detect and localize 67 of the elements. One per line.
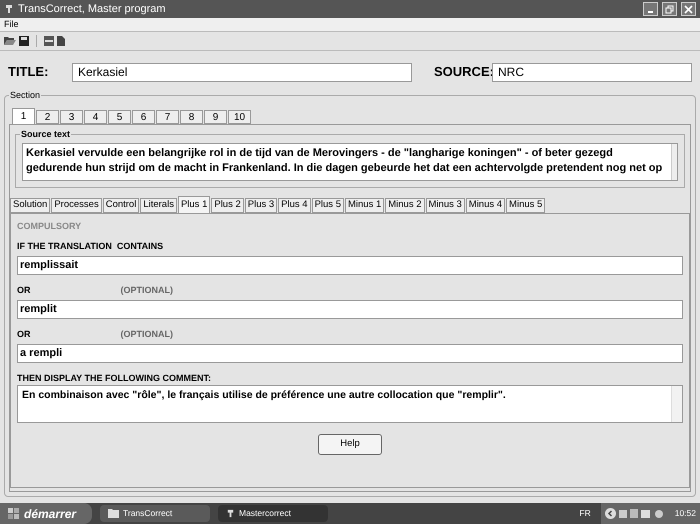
condition-label: OR	[17, 328, 30, 341]
section-tab[interactable]: 6	[132, 110, 155, 124]
close-button[interactable]	[681, 2, 696, 16]
input-field[interactable]: NRC	[492, 62, 692, 82]
menu-item[interactable]: File	[4, 18, 19, 32]
tab[interactable]: Minus 1	[344, 198, 384, 213]
tab[interactable]: Minus 5	[506, 198, 546, 213]
section-tab[interactable]: 10	[228, 110, 251, 124]
clock: 10:52	[674, 507, 696, 520]
source-text: Kerkasiel vervulde een belangrijke rol in de tijd van de Merovingers - de "langharige koningen" - of beter gezegd gedurende hun strijd om de macht in Frankenland. In die dagen gebeurde het dat een achtervolgde pretendent nog net op	[25, 146, 664, 176]
input-field[interactable]: remplissait	[17, 256, 683, 275]
field-label: SOURCE:	[434, 63, 492, 82]
tab[interactable]: Plus 1	[178, 196, 210, 213]
app-icon	[4, 4, 14, 14]
section-tab[interactable]: 7	[156, 110, 179, 124]
chevron-icon[interactable]	[604, 508, 616, 519]
tab[interactable]: Plus 2	[211, 198, 244, 213]
save-icon[interactable]	[19, 36, 29, 46]
folder-icon	[108, 509, 119, 518]
scrollbar[interactable]	[670, 144, 677, 180]
section-heading: COMPULSORY	[17, 220, 82, 233]
condition-label: OR	[17, 284, 30, 297]
help-button[interactable]: Help	[318, 434, 382, 455]
section-tab[interactable]: 1	[12, 108, 35, 124]
tab[interactable]: Minus 3	[426, 198, 465, 213]
section-tab[interactable]: 9	[204, 110, 227, 124]
taskbar-button[interactable]: TransCorrect	[100, 505, 210, 522]
section-tab[interactable]: 2	[36, 110, 59, 124]
input-field[interactable]: remplit	[17, 300, 683, 319]
minimize-button[interactable]	[643, 2, 658, 16]
input-field[interactable]: a rempli	[17, 344, 683, 363]
tab[interactable]: Plus 4	[278, 198, 311, 213]
tab[interactable]: Solution	[10, 198, 50, 213]
optional-label: (OPTIONAL)	[120, 284, 173, 297]
windows-logo-icon	[8, 508, 20, 519]
minimize-icon	[648, 11, 653, 13]
restore-button[interactable]	[662, 2, 677, 16]
tab[interactable]: Plus 3	[244, 198, 278, 213]
language-indicator[interactable]: FR	[579, 507, 591, 520]
comment-label: THEN DISPLAY THE FOLLOWING COMMENT:	[17, 372, 212, 385]
comment-area[interactable]: En combinaison avec "rôle", le français utilise de préférence une autre collocation que "remplir".	[17, 385, 683, 423]
tab[interactable]: Plus 5	[312, 198, 344, 213]
tab[interactable]: Minus 4	[466, 198, 506, 213]
input-field[interactable]: Kerkasiel	[72, 62, 412, 82]
section-tab[interactable]: 8	[180, 110, 203, 124]
restore-icon	[665, 4, 674, 14]
start-button[interactable]: démarrer	[0, 503, 92, 524]
source-text-area[interactable]	[22, 143, 678, 181]
optional-label: (OPTIONAL)	[120, 328, 173, 341]
tab[interactable]: Literals	[140, 198, 177, 213]
folder-icon[interactable]	[4, 36, 16, 46]
window-title: TransCorrect, Master program	[18, 2, 167, 17]
tab[interactable]: Minus 2	[385, 198, 425, 213]
scrollbar[interactable]	[671, 386, 682, 422]
form-icon[interactable]	[44, 36, 54, 46]
field-label: TITLE:	[8, 63, 50, 82]
taskbar-button[interactable]: Mastercorrect	[218, 505, 328, 522]
tab[interactable]: Processes	[51, 198, 102, 213]
page-icon[interactable]	[57, 36, 65, 46]
comment-text: En combinaison avec "rôle", le français utilise de préférence une autre collocation que "remplir".	[21, 388, 507, 403]
section-tab[interactable]: 3	[60, 110, 83, 124]
section-tab[interactable]: 4	[84, 110, 107, 124]
app-icon	[226, 509, 235, 518]
close-icon	[684, 4, 693, 14]
tab[interactable]: Control	[102, 198, 140, 213]
condition-label: IF THE TRANSLATION CONTAINS	[17, 240, 164, 253]
section-tab[interactable]: 5	[108, 110, 131, 124]
